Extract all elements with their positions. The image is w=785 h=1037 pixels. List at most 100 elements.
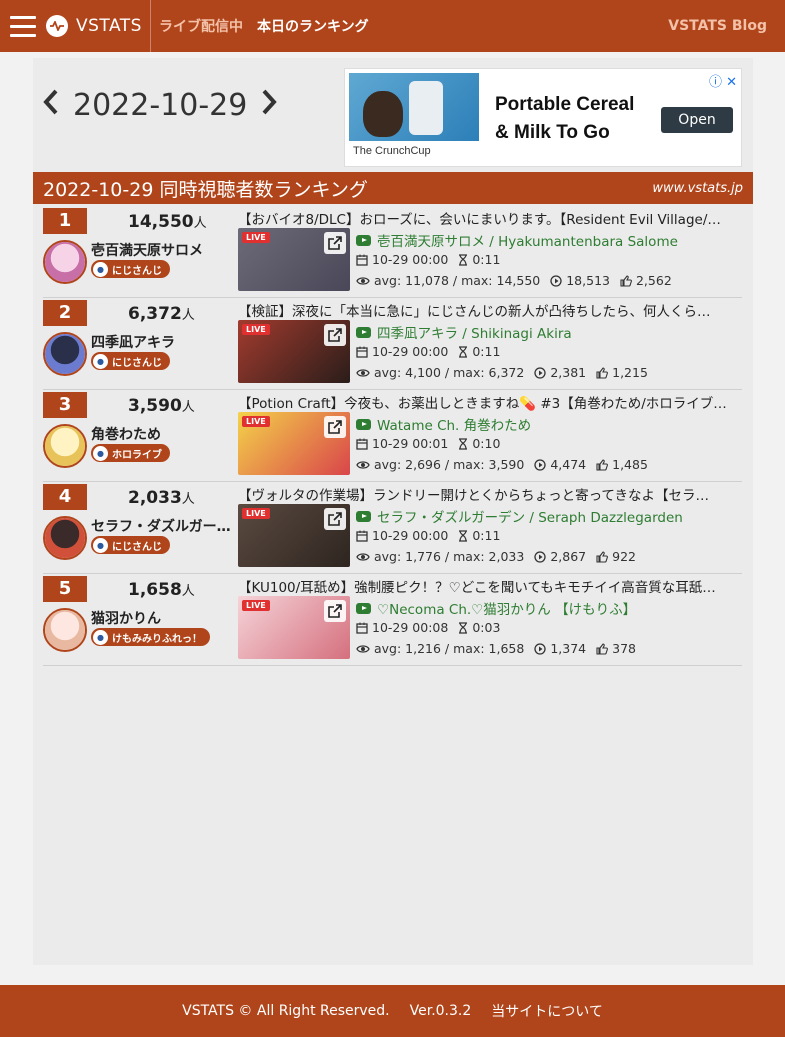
viewer-unit: 人 — [181, 584, 195, 599]
hourglass-icon — [458, 437, 468, 450]
play-icon — [534, 642, 546, 655]
calendar-icon — [356, 438, 368, 450]
eye-icon — [356, 460, 370, 470]
stream-thumbnail[interactable]: LIVE — [238, 228, 350, 291]
ad-brand: The CrunchCup — [353, 145, 431, 157]
ranking-row: 4 2,033人 セラフ・ダズルガーデン ● にじさんじ 【ヴォルタの作業場】ラン… — [43, 482, 742, 574]
viewer-count: 6,372人 — [128, 304, 195, 324]
avatar[interactable] — [43, 608, 87, 652]
rank-number: 4 — [43, 484, 87, 510]
channel-link[interactable]: 四季凪アキラ / Shikinagi Akira — [356, 322, 572, 342]
ranking-row: 2 6,372人 四季凪アキラ ● にじさんじ 【検証】深夜に「本当に急に」にじさ… — [43, 298, 742, 390]
youtube-icon — [356, 602, 371, 614]
stream-title[interactable]: 【KU100/耳舐め】強制腰ピク！？♡どこを聞いてもキモチイイ高音質な耳舐… — [238, 576, 738, 596]
avatar[interactable] — [43, 332, 87, 376]
vtuber-name[interactable]: 四季凪アキラ — [91, 332, 233, 352]
current-date: 2022-10-29 — [73, 88, 248, 123]
channel-link[interactable]: Watame Ch. 角巻わため — [356, 414, 531, 434]
live-badge: LIVE — [242, 232, 270, 243]
stream-thumbnail[interactable]: LIVE — [238, 504, 350, 567]
external-link-icon[interactable] — [324, 232, 346, 254]
channel-link[interactable]: ♡Necoma Ch.♡猫羽かりん 【けもりふ】 — [356, 598, 636, 618]
advertisement[interactable]: Portable Cereal & Milk To Go Open The Cr… — [344, 68, 742, 167]
play-icon — [534, 550, 546, 563]
nav-blog-link[interactable]: VSTATS Blog — [668, 18, 767, 34]
youtube-icon — [356, 510, 371, 522]
calendar-icon — [356, 622, 368, 634]
thumbs-up-icon — [596, 366, 609, 379]
rank-number: 5 — [43, 576, 87, 602]
viewer-unit: 人 — [181, 492, 195, 507]
stream-thumbnail[interactable]: LIVE — [238, 596, 350, 659]
rank-number: 2 — [43, 300, 87, 326]
footer-about-link[interactable]: 当サイトについて — [491, 1001, 603, 1021]
stream-title[interactable]: 【検証】深夜に「本当に急に」にじさんじの新人が凸待ちしたら、何人くら… — [238, 300, 738, 320]
main-panel: 2022-10-29 Portable Cereal & Milk To Go … — [33, 58, 753, 965]
stream-title[interactable]: 【Potion Craft】今夜も、お薬出しときますね💊 #3【角巻わため/ホロ… — [238, 392, 738, 412]
stream-stats: avg: 1,776 / max: 2,033 2,867 922 — [356, 549, 636, 564]
group-badge[interactable]: ● にじさんじ — [91, 536, 170, 554]
external-link-icon[interactable] — [324, 600, 346, 622]
group-badge[interactable]: ● ホロライブ — [91, 444, 170, 462]
group-badge[interactable]: ● にじさんじ — [91, 260, 170, 278]
vtuber-name[interactable]: 角巻わため — [91, 424, 233, 444]
stream-title[interactable]: 【ヴォルタの作業場】ランドリー開けとくからちょっと寄ってきなよ【セラ… — [238, 484, 738, 504]
thumbs-up-icon — [596, 550, 609, 563]
channel-link[interactable]: セラフ・ダズルガーデン / Seraph Dazzlegarden — [356, 506, 683, 526]
stream-stats: avg: 11,078 / max: 14,550 18,513 2,562 — [356, 273, 672, 288]
calendar-icon — [356, 530, 368, 542]
avatar[interactable] — [43, 516, 87, 560]
external-link-icon[interactable] — [324, 324, 346, 346]
brand-text: VSTATS — [76, 16, 142, 36]
stream-stats: avg: 1,216 / max: 1,658 1,374 378 — [356, 641, 636, 656]
eye-icon — [356, 368, 370, 378]
play-icon — [534, 366, 546, 379]
footer: VSTATS © All Right Reserved. Ver.0.3.2 当… — [0, 985, 785, 1037]
thumbs-up-icon — [620, 274, 632, 287]
next-date-icon[interactable] — [261, 88, 278, 123]
group-badge[interactable]: ● にじさんじ — [91, 352, 170, 370]
ranking-row: 5 1,658人 猫羽かりん ● けもみみりふれっ！ 【KU100/耳舐め】強制腰… — [43, 574, 742, 666]
youtube-icon — [356, 326, 371, 338]
nav-ranking-link[interactable]: 本日のランキング — [257, 16, 369, 36]
rank-number: 3 — [43, 392, 87, 418]
channel-link[interactable]: 壱百満天原サロメ / Hyakumantenbara Salome — [356, 230, 678, 250]
viewer-count: 14,550人 — [128, 212, 207, 232]
stream-time: 10-29 00:01 0:10 — [356, 436, 500, 451]
hourglass-icon — [458, 621, 468, 634]
hourglass-icon — [458, 529, 468, 542]
ad-image[interactable] — [349, 73, 479, 141]
ad-title[interactable]: Portable Cereal & Milk To Go — [495, 91, 634, 147]
group-icon: ● — [93, 445, 108, 461]
nav-live-link[interactable]: ライブ配信中 — [159, 16, 243, 36]
viewer-unit: 人 — [181, 308, 195, 323]
prev-date-icon[interactable] — [43, 88, 59, 123]
external-link-icon[interactable] — [324, 416, 346, 438]
brand[interactable]: VSTATS — [46, 0, 151, 52]
site-url: www.vstats.jp — [652, 180, 743, 196]
live-badge: LIVE — [242, 508, 270, 519]
stream-thumbnail[interactable]: LIVE — [238, 412, 350, 475]
group-badge[interactable]: ● けもみみりふれっ！ — [91, 628, 210, 646]
viewer-count: 1,658人 — [128, 580, 195, 600]
menu-icon[interactable] — [0, 0, 46, 52]
calendar-icon — [356, 346, 368, 358]
ranking-list: 1 14,550人 壱百満天原サロメ ● にじさんじ 【おバイオ8/DLC】おロー… — [43, 206, 742, 666]
avatar[interactable] — [43, 424, 87, 468]
group-icon: ● — [93, 537, 108, 553]
vtuber-name[interactable]: 猫羽かりん — [91, 608, 233, 628]
stream-time: 10-29 00:00 0:11 — [356, 252, 500, 267]
live-badge: LIVE — [242, 600, 270, 611]
ad-open-button[interactable]: Open — [661, 107, 733, 133]
external-link-icon[interactable] — [324, 508, 346, 530]
group-icon: ● — [93, 261, 108, 277]
ad-info-close-icon[interactable]: ⓘ ✕ — [709, 71, 737, 90]
stream-time: 10-29 00:00 0:11 — [356, 528, 500, 543]
avatar[interactable] — [43, 240, 87, 284]
stream-title[interactable]: 【おバイオ8/DLC】おローズに、会いにまいります。【Resident Evil… — [238, 208, 738, 228]
play-icon — [534, 458, 546, 471]
stream-thumbnail[interactable]: LIVE — [238, 320, 350, 383]
vtuber-name[interactable]: 壱百満天原サロメ — [91, 240, 233, 260]
vtuber-name[interactable]: セラフ・ダズルガーデン — [91, 516, 233, 536]
youtube-icon — [356, 234, 371, 246]
